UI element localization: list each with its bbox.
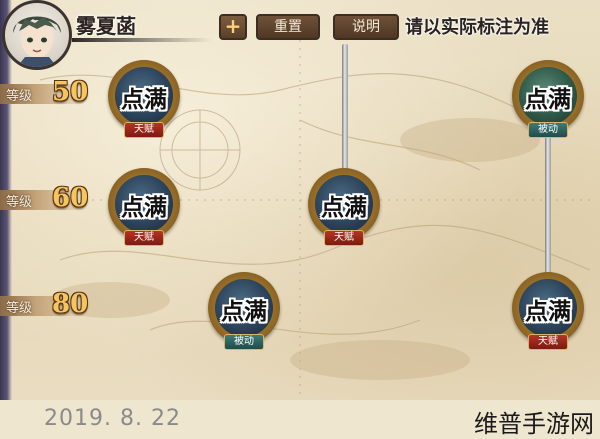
skill-node[interactable]: 点满 天赋: [106, 168, 182, 252]
level-tag-60: 等级 60: [0, 183, 96, 214]
watermark-logo: 维普手游网: [474, 410, 594, 438]
reset-button[interactable]: 重置: [256, 14, 320, 40]
skill-type-badge: 被动: [528, 122, 568, 138]
level-label: 等级: [6, 89, 33, 104]
avatar[interactable]: [2, 0, 72, 70]
skill-type-badge: 天赋: [124, 122, 164, 138]
skill-node[interactable]: 点满 天赋: [306, 168, 382, 252]
skill-node[interactable]: 点满 被动: [510, 60, 586, 144]
level-number: 80: [52, 289, 89, 319]
skill-node[interactable]: 点满 天赋: [510, 272, 586, 356]
level-label: 等级: [6, 195, 33, 210]
skill-node-label: 点满: [525, 299, 571, 325]
skill-type-badge: 天赋: [528, 334, 568, 350]
help-button[interactable]: 说明: [333, 14, 399, 40]
skill-node-label: 点满: [321, 195, 367, 221]
date-stamp: 2019. 8. 22: [44, 406, 181, 431]
skill-type-badge: 天赋: [324, 230, 364, 246]
name-underline: [72, 38, 212, 42]
footer-strip: 2019. 8. 22 维普手游网: [0, 400, 600, 438]
skill-node-label: 点满: [121, 195, 167, 221]
level-number: 50: [52, 77, 89, 107]
level-label: 等级: [6, 301, 33, 316]
disclaimer-note: 请以实际标注为准: [405, 17, 549, 38]
level-tag-50: 等级 50: [0, 77, 96, 108]
add-button[interactable]: +: [219, 14, 247, 40]
skill-node[interactable]: 点满 天赋: [106, 60, 182, 144]
skill-tree-map: 等级 50 等级 60 等级 80 点满 天赋 点满 被动 点满 天赋 点满 天…: [0, 0, 600, 400]
level-number: 60: [52, 183, 89, 213]
character-portrait-icon: [13, 16, 61, 67]
skill-type-badge: 被动: [224, 334, 264, 350]
connector-line: [342, 44, 348, 172]
skill-node[interactable]: 点满 被动: [206, 272, 282, 356]
skill-node-label: 点满: [221, 299, 267, 325]
skill-node-label: 点满: [121, 87, 167, 113]
skill-node-label: 点满: [525, 87, 571, 113]
skill-type-badge: 天赋: [124, 230, 164, 246]
player-name: 雾夏菡: [76, 14, 136, 38]
level-tag-80: 等级 80: [0, 289, 96, 320]
